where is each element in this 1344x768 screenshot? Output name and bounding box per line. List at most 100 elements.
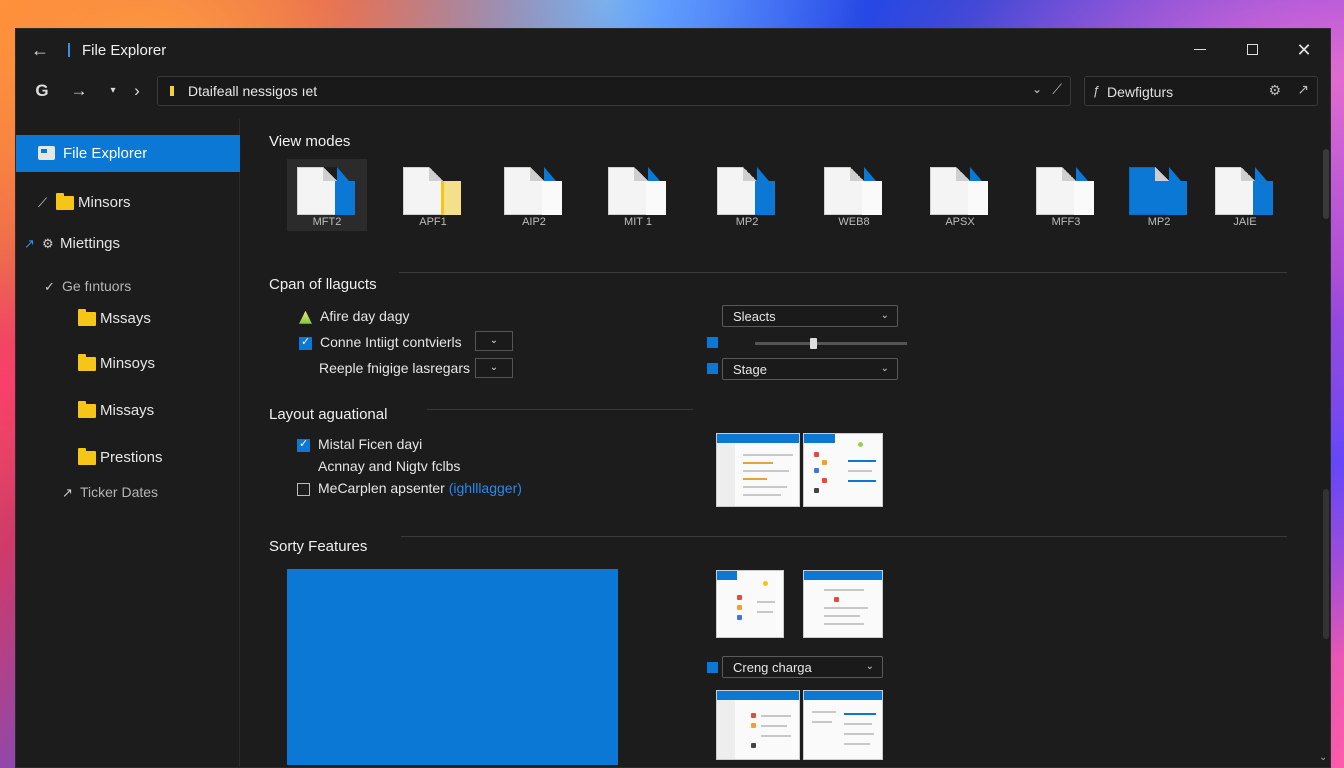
layout-heading: Layout aguational xyxy=(269,406,388,423)
vertical-scrollbar[interactable]: ⌄ xyxy=(1319,149,1331,763)
preview-pane[interactable] xyxy=(287,569,618,765)
option-label: Conne Intiigt contvierls xyxy=(320,334,462,350)
tile-caption: MFT2 xyxy=(312,216,342,228)
stage-dropdown[interactable]: Stage ⌄ xyxy=(722,358,898,380)
layout-preview-thumbnail[interactable] xyxy=(803,433,883,507)
sidebar-item-prestions[interactable]: Prestions xyxy=(78,448,163,471)
option-row[interactable]: Conne Intiigt contvierls xyxy=(299,334,462,354)
minimize-button[interactable] xyxy=(1188,39,1212,61)
file-icon xyxy=(1215,167,1273,215)
slider-thumb[interactable] xyxy=(809,338,817,349)
option-row[interactable]: Acnnay and Nigtv fclbs xyxy=(318,458,460,478)
expand-icon[interactable]: ↗ xyxy=(1297,81,1309,98)
bell-icon xyxy=(299,310,312,324)
blue-square-icon xyxy=(707,662,718,673)
sidebar-item-label: Mssays xyxy=(100,310,151,327)
chevron-right-icon[interactable]: › xyxy=(126,80,148,102)
sorty-preview-thumbnail[interactable] xyxy=(803,690,883,760)
file-explorer-icon xyxy=(38,146,55,160)
tile-caption: JAIE xyxy=(1233,216,1257,228)
view-mode-tile[interactable]: WEB8 xyxy=(814,159,894,231)
file-explorer-window: ← File Explorer ✕ G → ▾ › Dtaifeall ness… xyxy=(15,28,1331,768)
file-icon xyxy=(824,167,882,215)
sidebar-item-minsors[interactable]: ⟋ Minsors xyxy=(38,193,131,216)
refresh-icon[interactable]: G xyxy=(31,80,53,102)
option-row[interactable]: MeCarplen apsenter (ighlllagger) xyxy=(297,480,522,500)
view-mode-tile[interactable]: APF1 xyxy=(393,159,473,231)
sidebar-item-ticker-dates[interactable]: ↗ Ticker Dates xyxy=(62,484,158,506)
arrow-icon: ↗ xyxy=(24,236,35,251)
option-label: MeCarplen apsenter xyxy=(318,480,445,496)
arrow-icon: ↗ xyxy=(62,485,73,500)
sidebar-item-miettings[interactable]: ↗ ⚙ Miettings xyxy=(24,235,120,257)
checkbox[interactable] xyxy=(299,335,312,350)
sidebar-item-minsoys[interactable]: Minsoys xyxy=(78,354,155,377)
option-label: Mistal Ficen dayi xyxy=(318,436,423,452)
view-mode-tile[interactable]: AIP2 xyxy=(494,159,574,231)
option-label: Afire day dagy xyxy=(320,308,410,324)
scrollbar-thumb[interactable] xyxy=(1323,149,1329,219)
tile-caption: WEB8 xyxy=(838,216,870,228)
title-separator xyxy=(68,43,70,57)
filter-icon[interactable]: ⚙ xyxy=(1268,82,1281,99)
scroll-down-icon[interactable]: ⌄ xyxy=(1319,752,1327,763)
view-mode-tile[interactable]: APSX xyxy=(920,159,1000,231)
file-icon xyxy=(717,167,775,215)
title-bar: ← File Explorer ✕ xyxy=(16,29,1330,71)
chevron-down-icon[interactable]: ⌄ xyxy=(1032,82,1042,96)
file-icon xyxy=(608,167,666,215)
sidebar-item-group[interactable]: ✓ Ge fıntuors xyxy=(44,278,131,300)
search-text[interactable]: Dewfigturs xyxy=(1107,84,1173,100)
sorty-preview-thumbnail[interactable] xyxy=(716,690,800,760)
highlight-link[interactable]: (ighlllagger) xyxy=(449,480,522,496)
checkbox[interactable] xyxy=(297,437,310,452)
forward-arrow-icon[interactable]: → xyxy=(68,80,90,102)
view-mode-tile[interactable]: MP2 xyxy=(707,159,787,231)
sidebar-item-missays[interactable]: Missays xyxy=(78,401,155,424)
scrollbar-thumb[interactable] xyxy=(1323,489,1329,639)
option-row[interactable]: Mistal Ficen dayi xyxy=(297,436,422,456)
layout-preview-thumbnail[interactable] xyxy=(716,433,800,507)
pin-icon[interactable]: ⟋ xyxy=(1052,81,1062,98)
search-icon: ƒ xyxy=(1093,83,1101,98)
sorty-preview-thumbnail[interactable] xyxy=(716,570,784,638)
view-mode-tile[interactable]: MFF3 xyxy=(1026,159,1106,231)
settings-icon: ⚙ xyxy=(42,236,54,251)
view-mode-tile[interactable]: JAIE xyxy=(1205,159,1285,231)
sidebar-item-file-explorer[interactable]: File Explorer xyxy=(16,135,240,172)
sidebar-item-mssays[interactable]: Mssays xyxy=(78,309,151,332)
option-row[interactable]: Afire day dagy xyxy=(299,308,410,328)
sorty-heading: Sorty Features xyxy=(269,538,368,555)
dropdown-value: Creng charga xyxy=(733,660,812,675)
dropdown-value: Sleacts xyxy=(733,309,776,324)
minimize-icon xyxy=(1194,49,1206,51)
option-dropdown[interactable]: ⌄ xyxy=(475,331,513,351)
slider-track[interactable] xyxy=(755,342,907,345)
file-icon xyxy=(403,167,461,215)
maximize-button[interactable] xyxy=(1240,39,1264,61)
folder-icon xyxy=(56,193,74,211)
history-dropdown-icon[interactable]: ▾ xyxy=(102,80,124,102)
tile-caption: MIT 1 xyxy=(624,216,652,228)
checkbox[interactable] xyxy=(297,482,310,496)
sidebar-item-label: Missays xyxy=(100,402,155,419)
view-mode-tile[interactable]: MFT2 xyxy=(287,159,367,231)
back-arrow-icon[interactable]: ← xyxy=(30,40,50,60)
sorty-preview-thumbnail[interactable] xyxy=(803,570,883,638)
file-icon xyxy=(297,167,355,215)
option-row[interactable]: Reeple fnigige lasregars xyxy=(319,360,470,380)
address-bar[interactable]: Dtaifeall nessigos ıet ⌄ ⟋ xyxy=(157,76,1071,106)
options-heading: Cpan of llagucts xyxy=(269,276,377,293)
option-dropdown[interactable]: ⌄ xyxy=(475,358,513,378)
view-mode-tile[interactable]: MP2 xyxy=(1119,159,1199,231)
address-path[interactable]: Dtaifeall nessigos ıet xyxy=(188,83,317,99)
folder-icon xyxy=(78,401,96,419)
view-modes-heading: View modes xyxy=(269,133,351,150)
sleacts-dropdown[interactable]: Sleacts ⌄ xyxy=(722,305,898,327)
close-button[interactable]: ✕ xyxy=(1292,39,1316,61)
creng-dropdown[interactable]: Creng charga ⌄ xyxy=(722,656,883,678)
folder-icon xyxy=(78,309,96,327)
search-box[interactable]: ƒ Dewfigturs ⚙ ↗ xyxy=(1084,76,1318,106)
view-mode-tile[interactable]: MIT 1 xyxy=(598,159,678,231)
sidebar-item-label: File Explorer xyxy=(63,145,148,162)
